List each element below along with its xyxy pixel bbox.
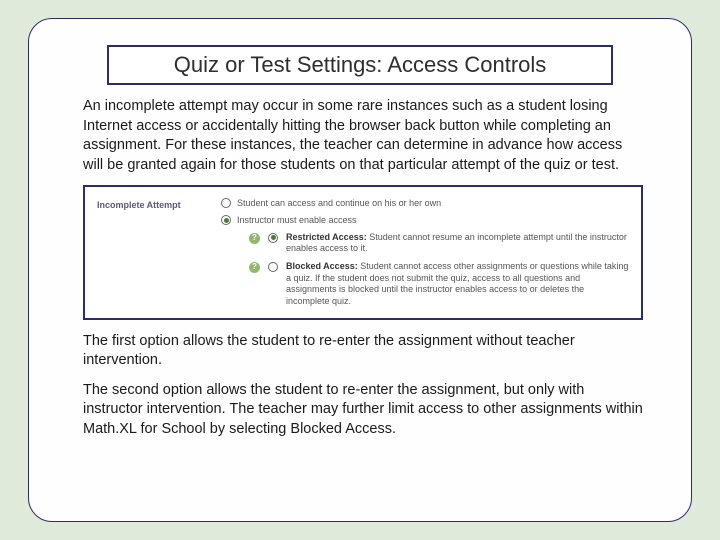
intro-paragraph: An incomplete attempt may occur in some … xyxy=(83,97,643,175)
slide-frame: Quiz or Test Settings: Access Controls A… xyxy=(28,18,692,522)
option-2-row: Instructor must enable access xyxy=(221,214,629,226)
first-option-paragraph: The first option allows the student to r… xyxy=(83,332,643,371)
option-1-row: Student can access and continue on his o… xyxy=(221,197,629,209)
option-1-text: Student can access and continue on his o… xyxy=(237,197,441,209)
radio-icon[interactable] xyxy=(221,198,231,208)
restricted-bold: Restricted Access: xyxy=(286,232,367,242)
setting-label: Incomplete Attempt xyxy=(97,197,207,307)
page-title: Quiz or Test Settings: Access Controls xyxy=(107,45,613,85)
second-option-paragraph: The second option allows the student to … xyxy=(83,381,643,440)
sub-options: ? Restricted Access: Student cannot resu… xyxy=(249,232,629,308)
radio-icon[interactable] xyxy=(268,233,278,243)
help-icon[interactable]: ? xyxy=(249,233,260,244)
blocked-access-row: ? Blocked Access: Student cannot access … xyxy=(249,261,629,308)
restricted-access-text: Restricted Access: Student cannot resume… xyxy=(286,232,629,255)
blocked-bold: Blocked Access: xyxy=(286,261,358,271)
title-text: Quiz or Test Settings: Access Controls xyxy=(174,52,547,78)
incomplete-attempt-panel: Incomplete Attempt Student can access an… xyxy=(83,185,643,319)
radio-icon[interactable] xyxy=(268,262,278,272)
options-column: Student can access and continue on his o… xyxy=(221,197,629,307)
help-icon[interactable]: ? xyxy=(249,262,260,273)
content-area: An incomplete attempt may occur in some … xyxy=(83,97,643,495)
blocked-access-text: Blocked Access: Student cannot access ot… xyxy=(286,261,629,308)
restricted-access-row: ? Restricted Access: Student cannot resu… xyxy=(249,232,629,255)
radio-icon[interactable] xyxy=(221,215,231,225)
option-2-text: Instructor must enable access xyxy=(237,214,357,226)
